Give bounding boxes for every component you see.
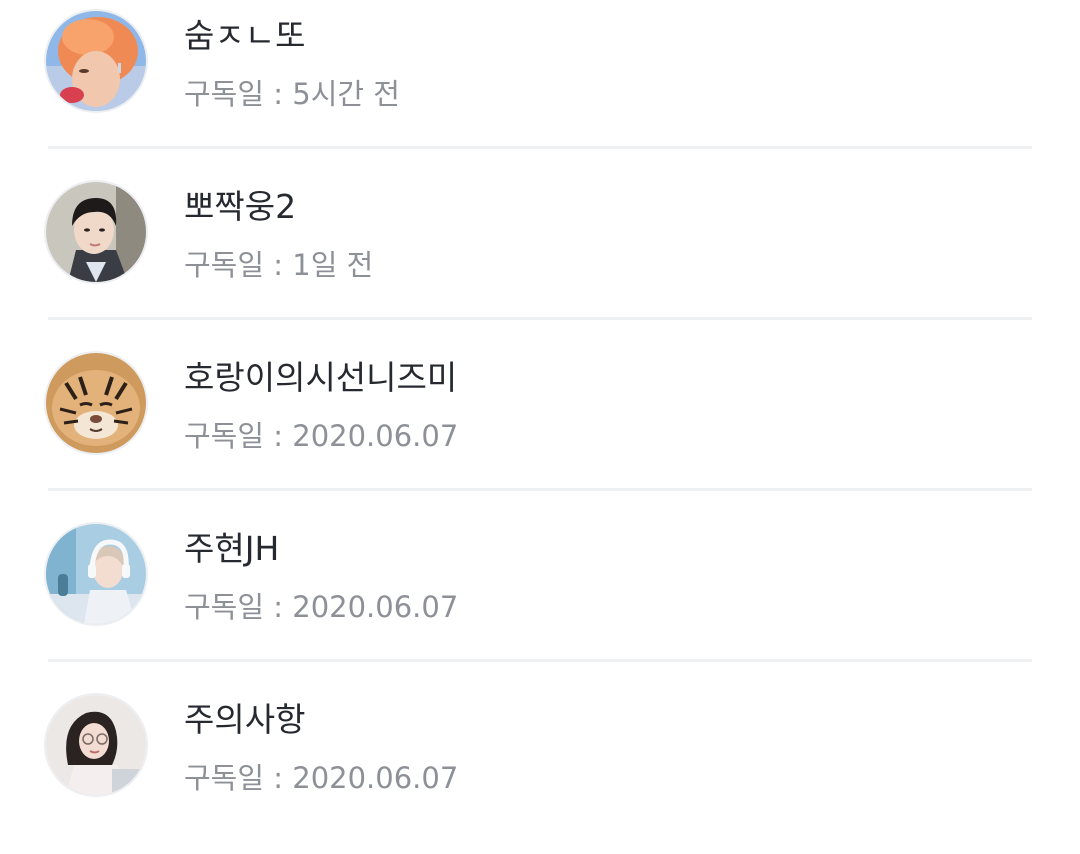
row-divider bbox=[48, 146, 1032, 149]
avatar-dark-hair-person-icon[interactable] bbox=[44, 180, 148, 284]
subscriber-name[interactable]: 뽀짝웅2 bbox=[184, 187, 296, 227]
subscription-date: 구독일 : 1일 전 bbox=[184, 248, 374, 282]
avatar-glasses-person-icon[interactable] bbox=[44, 693, 148, 797]
subscriber-row[interactable]: 주현JH 구독일 : 2020.06.07 bbox=[0, 513, 1080, 683]
subscription-date: 구독일 : 5시간 전 bbox=[184, 77, 400, 111]
row-divider bbox=[48, 317, 1032, 320]
subscriber-row[interactable]: 숨ㅈㄴ또 구독일 : 5시간 전 bbox=[0, 0, 1080, 170]
subscriber-row[interactable]: 뽀짝웅2 구독일 : 1일 전 bbox=[0, 171, 1080, 341]
row-divider bbox=[48, 659, 1032, 662]
subscriber-row[interactable]: 주의사항 구독일 : 2020.06.07 bbox=[0, 684, 1080, 854]
avatar-tiger-icon[interactable] bbox=[44, 351, 148, 455]
subscriber-row[interactable]: 호랑이의시선니즈미 구독일 : 2020.06.07 bbox=[0, 342, 1080, 512]
subscription-date: 구독일 : 2020.06.07 bbox=[184, 590, 459, 624]
subscriber-name[interactable]: 호랑이의시선니즈미 bbox=[184, 358, 457, 398]
subscriber-name[interactable]: 주현JH bbox=[184, 529, 279, 569]
subscriber-name[interactable]: 주의사항 bbox=[184, 700, 305, 740]
row-divider bbox=[48, 488, 1032, 491]
avatar-headphones-person-icon[interactable] bbox=[44, 522, 148, 626]
subscriber-name[interactable]: 숨ㅈㄴ또 bbox=[184, 16, 305, 56]
subscriber-list: 숨ㅈㄴ또 구독일 : 5시간 전 뽀짝웅2 구독일 : 1일 전 호랑이의시선니… bbox=[0, 0, 1080, 810]
avatar-orange-hair-person-icon[interactable] bbox=[44, 9, 148, 113]
subscription-date: 구독일 : 2020.06.07 bbox=[184, 761, 459, 795]
subscription-date: 구독일 : 2020.06.07 bbox=[184, 419, 459, 453]
